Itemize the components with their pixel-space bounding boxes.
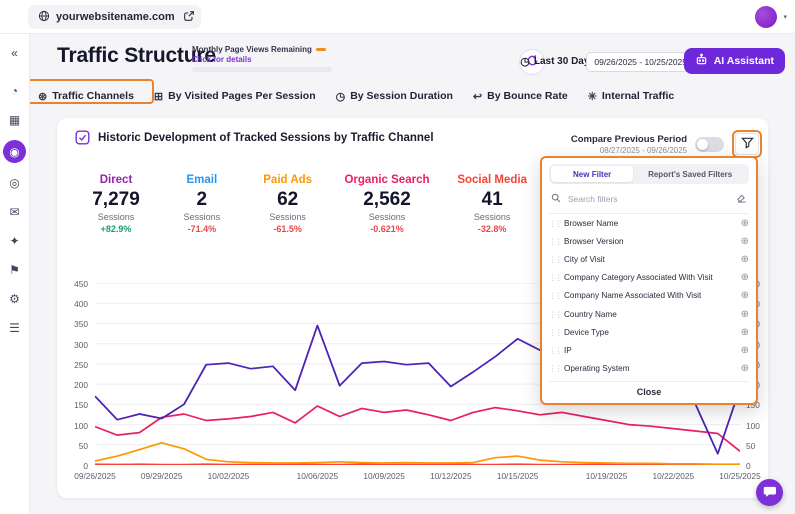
internal-traffic-icon: ✳ xyxy=(588,90,597,103)
filter-item-ip[interactable]: ⋮⋮ IP ⊕ xyxy=(549,341,749,359)
sidebar-item-segments[interactable]: ◎ xyxy=(4,172,26,194)
add-filter-icon[interactable]: ⊕ xyxy=(741,309,749,320)
globe-icon xyxy=(38,10,50,25)
drag-handle-icon: ⋮⋮ xyxy=(549,291,558,300)
ai-assistant-button[interactable]: AI Assistant xyxy=(684,48,785,74)
filter-item-company-name[interactable]: ⋮⋮ Company Name Associated With Visit ⊕ xyxy=(549,287,749,305)
bounce-rate-icon: ↩ xyxy=(473,90,482,103)
chart-title: Historic Development of Tracked Sessions… xyxy=(98,132,434,144)
filter-item-browser-version[interactable]: ⋮⋮ Browser Version ⊕ xyxy=(549,232,749,250)
date-period-selector[interactable]: ◷ Last 30 Days xyxy=(520,55,595,68)
filter-panel: New Filter Report's Saved Filters ⋮⋮ Bro… xyxy=(540,156,758,405)
add-filter-icon[interactable]: ⊕ xyxy=(741,363,749,374)
filter-item-company-category[interactable]: ⋮⋮ Company Category Associated With Visi… xyxy=(549,269,749,287)
robot-icon xyxy=(695,53,708,69)
website-selector[interactable]: yourwebsitename.com ▾ xyxy=(28,5,195,29)
topbar: yourwebsitename.com ▾ ▾ xyxy=(0,0,795,34)
compare-previous-period: Compare Previous Period 08/27/2025 - 09/… xyxy=(571,134,687,155)
add-filter-icon[interactable]: ⊕ xyxy=(741,290,749,301)
drag-handle-icon: ⋮⋮ xyxy=(549,237,558,246)
sidebar-item-dashboard[interactable]: ◔ xyxy=(4,80,26,102)
compare-range: 08/27/2025 - 09/26/2025 xyxy=(571,146,687,155)
sidebar-item-messages[interactable]: ✉ xyxy=(4,201,26,223)
drag-handle-icon: ⋮⋮ xyxy=(549,328,558,337)
x-axis-labels: 09/26/202509/29/202510/02/202510/06/2025… xyxy=(95,471,740,483)
chat-bubble-icon xyxy=(763,485,776,501)
drag-handle-icon: ⋮⋮ xyxy=(549,310,558,319)
clear-filters-icon[interactable] xyxy=(736,190,747,208)
pageviews-progress-bar xyxy=(192,67,332,72)
funnel-icon xyxy=(741,136,754,152)
filter-panel-close-button[interactable]: Close xyxy=(549,381,749,399)
add-filter-icon[interactable]: ⊕ xyxy=(741,272,749,283)
channel-stats-row: Direct 7,279 Sessions +82.9% Email 2 Ses… xyxy=(87,174,527,234)
open-website-button[interactable] xyxy=(177,5,201,29)
stat-paid-ads[interactable]: Paid Ads 62 Sessions -61.5% xyxy=(259,174,317,234)
drag-handle-icon: ⋮⋮ xyxy=(549,273,558,282)
clock-icon: ◷ xyxy=(520,55,530,68)
sidebar-collapse-icon[interactable]: « xyxy=(11,46,18,60)
tab-visited-pages-per-session[interactable]: ⊞ By Visited Pages Per Session xyxy=(154,90,316,103)
compare-toggle[interactable] xyxy=(695,137,724,152)
stat-organic-search[interactable]: Organic Search 2,562 Sessions -0.621% xyxy=(344,174,429,234)
add-filter-icon[interactable]: ⊕ xyxy=(741,236,749,247)
filter-item-country-name[interactable]: ⋮⋮ Country Name ⊕ xyxy=(549,305,749,323)
filter-item-operating-system[interactable]: ⋮⋮ Operating System ⊕ xyxy=(549,360,749,378)
filter-panel-tabs: New Filter Report's Saved Filters xyxy=(549,164,749,184)
toggle-knob xyxy=(697,139,708,150)
filter-item-city-of-visit[interactable]: ⋮⋮ City of Visit ⊕ xyxy=(549,250,749,268)
sidebar-item-settings[interactable]: ⚙ xyxy=(4,288,26,310)
filter-button[interactable] xyxy=(735,133,759,155)
filter-tab-saved[interactable]: Report's Saved Filters xyxy=(633,166,747,182)
drag-handle-icon: ⋮⋮ xyxy=(549,219,558,228)
add-filter-icon[interactable]: ⊕ xyxy=(741,254,749,265)
drag-handle-icon: ⋮⋮ xyxy=(549,346,558,355)
sidebar-item-privacy[interactable]: ✦ xyxy=(4,230,26,252)
filter-item-device-type[interactable]: ⋮⋮ Device Type ⊕ xyxy=(549,323,749,341)
sidebar-item-visitors-active[interactable]: ◉ xyxy=(3,140,26,163)
date-range-display[interactable]: 09/26/2025 - 10/25/2025 xyxy=(586,52,695,72)
add-filter-icon[interactable]: ⊕ xyxy=(741,327,749,338)
filter-item-browser-name[interactable]: ⋮⋮ Browser Name ⊕ xyxy=(549,214,749,232)
chat-support-button[interactable] xyxy=(756,479,783,506)
pageviews-usage-indicator xyxy=(316,48,326,51)
pages-per-session-icon: ⊞ xyxy=(154,90,163,103)
traffic-channels-icon: ⊛ xyxy=(38,90,47,103)
session-duration-icon: ◷ xyxy=(336,90,346,103)
tab-traffic-channels[interactable]: ⊛ Traffic Channels xyxy=(38,90,134,103)
stat-direct[interactable]: Direct 7,279 Sessions +82.9% xyxy=(87,174,145,234)
checklist-icon xyxy=(75,130,90,150)
sidebar: « ◔ ▦ ◉ ◎ ✉ ✦ ⚑ ⚙ ☰ xyxy=(0,34,30,514)
pageviews-remaining-widget: Monthly Page Views Remaining Click for d… xyxy=(192,45,342,72)
search-icon xyxy=(551,190,561,208)
pageviews-details-link[interactable]: Click for details xyxy=(192,55,342,64)
tab-session-duration[interactable]: ◷ By Session Duration xyxy=(336,90,453,103)
stat-social-media[interactable]: Social Media 41 Sessions -32.8% xyxy=(457,174,527,234)
add-filter-icon[interactable]: ⊕ xyxy=(741,345,749,356)
tab-internal-traffic[interactable]: ✳ Internal Traffic xyxy=(588,90,675,103)
avatar[interactable] xyxy=(755,6,777,28)
sidebar-item-apps[interactable]: ☰ xyxy=(4,317,26,339)
sidebar-item-modules[interactable]: ▦ xyxy=(4,109,26,131)
stat-email[interactable]: Email 2 Sessions -71.4% xyxy=(173,174,231,234)
avatar-chevron-icon: ▾ xyxy=(783,13,787,21)
report-tabs: ⊛ Traffic Channels ⊞ By Visited Pages Pe… xyxy=(38,85,674,107)
add-filter-icon[interactable]: ⊕ xyxy=(741,218,749,229)
filter-tab-new[interactable]: New Filter xyxy=(551,166,633,182)
website-name: yourwebsitename.com xyxy=(56,11,175,23)
filter-search-input[interactable] xyxy=(566,193,731,205)
drag-handle-icon: ⋮⋮ xyxy=(549,255,558,264)
tab-bounce-rate[interactable]: ↩ By Bounce Rate xyxy=(473,90,568,103)
sidebar-item-campaigns[interactable]: ⚑ xyxy=(4,259,26,281)
annotation-box-filter-button xyxy=(732,130,762,158)
drag-handle-icon: ⋮⋮ xyxy=(549,364,558,373)
external-link-icon xyxy=(183,10,195,25)
y-axis-left: 450400350300250200150100500 xyxy=(67,283,93,465)
pageviews-remaining-label: Monthly Page Views Remaining xyxy=(192,45,342,54)
filter-search-row xyxy=(549,184,749,214)
